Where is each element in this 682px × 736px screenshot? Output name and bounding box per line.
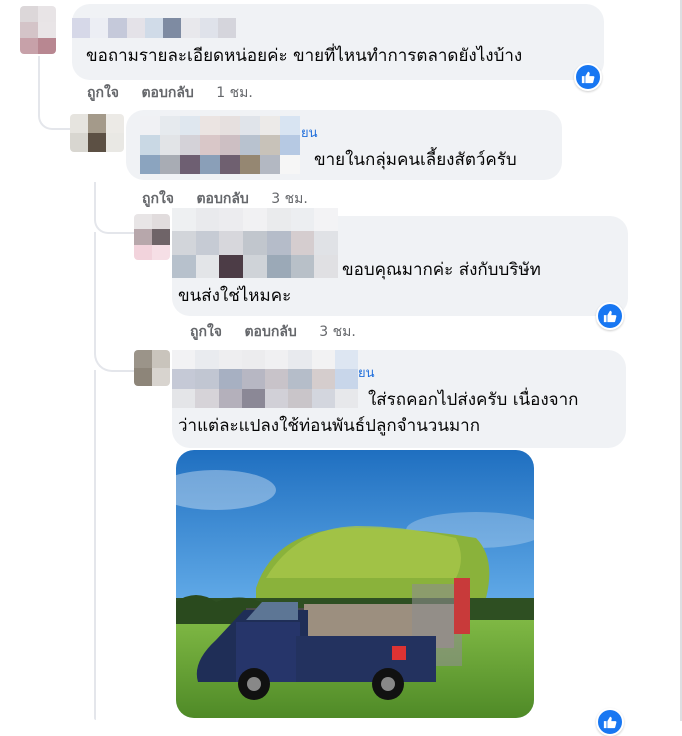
avatar[interactable] — [20, 6, 56, 54]
like-icon — [581, 71, 595, 84]
like-reaction[interactable] — [596, 302, 624, 330]
comment-bubble: ขอบคุณมากค่ะ ส่งกับบริษัท ขนส่งใช่ไหมคะ — [172, 208, 628, 316]
like-icon — [603, 310, 617, 323]
like-link[interactable]: ถูกใจ — [190, 324, 222, 340]
timestamp[interactable]: 1 ชม. — [216, 85, 253, 101]
author-name[interactable] — [172, 350, 358, 408]
comment-text: ใส่รถคอกไปส่งครับ เนื่องจาก — [368, 390, 579, 410]
like-link[interactable]: ถูกใจ — [142, 191, 174, 207]
avatar[interactable] — [134, 350, 170, 386]
thread-line — [94, 232, 136, 372]
like-reaction[interactable] — [574, 63, 602, 91]
comment-actions: ถูกใจ ตอบกลับ 3 ชม. — [190, 321, 356, 343]
comment-photo[interactable] — [176, 450, 534, 718]
thread-line — [94, 182, 136, 234]
avatar[interactable] — [134, 214, 170, 260]
comment-text: ว่าแต่ละแปลงใช้ท่อนพันธ์ปลูกจำนวนมาก — [178, 416, 481, 436]
comment-text: ขนส่งใช่ไหมคะ — [178, 286, 292, 306]
comment-actions: ถูกใจ ตอบกลับ 3 ชม. — [142, 188, 308, 210]
comment-text: ขอบคุณมากค่ะ ส่งกับบริษัท — [342, 260, 541, 280]
reply-link[interactable]: ตอบกลับ — [244, 324, 296, 340]
comment-actions: ถูกใจ ตอบกลับ 1 ชม. — [87, 82, 253, 104]
comment-bubble: ยน ใส่รถคอกไปส่งครับ เนื่องจาก ว่าแต่ละแ… — [172, 350, 626, 448]
author-name[interactable] — [140, 116, 300, 174]
timestamp[interactable]: 3 ชม. — [271, 191, 308, 207]
reply-link[interactable]: ตอบกลับ — [196, 191, 248, 207]
reply-link[interactable]: ตอบกลับ — [141, 85, 193, 101]
timestamp[interactable]: 3 ชม. — [319, 324, 356, 340]
name-tag[interactable]: ยน — [301, 122, 318, 143]
like-reaction[interactable] — [596, 708, 624, 736]
author-name[interactable] — [72, 18, 236, 38]
comment-bubble: ขอถามรายละเอียดหน่อยค่ะ ขายที่ไหนทำการตล… — [72, 4, 604, 80]
author-name[interactable] — [172, 208, 338, 278]
like-link[interactable]: ถูกใจ — [87, 85, 119, 101]
comment-bubble: ยน ขายในกลุ่มคนเลี้ยงสัตว์ครับ — [126, 110, 562, 180]
name-tag[interactable]: ยน — [358, 362, 375, 383]
pickup-truck-grass-photo — [176, 450, 534, 718]
comment-text: ขายในกลุ่มคนเลี้ยงสัตว์ครับ — [314, 150, 517, 170]
comment-text: ขอถามรายละเอียดหน่อยค่ะ ขายที่ไหนทำการตล… — [86, 46, 523, 66]
like-icon — [603, 716, 617, 729]
avatar[interactable] — [70, 114, 124, 152]
thread-line — [94, 370, 96, 720]
